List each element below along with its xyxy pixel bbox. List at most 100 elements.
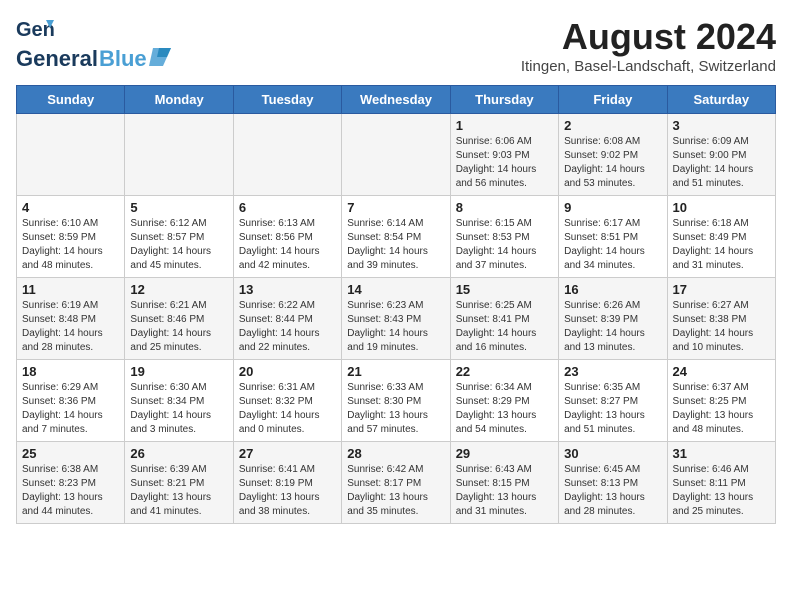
day-number: 16 <box>564 282 661 297</box>
day-info: Sunrise: 6:12 AM Sunset: 8:57 PM Dayligh… <box>130 217 227 273</box>
day-info: Sunrise: 6:33 AM Sunset: 8:30 PM Dayligh… <box>347 381 444 437</box>
calendar-cell: 28Sunrise: 6:42 AM Sunset: 8:17 PM Dayli… <box>342 442 450 524</box>
calendar-cell <box>17 114 125 196</box>
calendar-cell: 22Sunrise: 6:34 AM Sunset: 8:29 PM Dayli… <box>450 360 558 442</box>
day-number: 27 <box>239 446 336 461</box>
day-number: 21 <box>347 364 444 379</box>
day-info: Sunrise: 6:26 AM Sunset: 8:39 PM Dayligh… <box>564 299 661 355</box>
calendar-cell: 31 Sunrise: 6:46 AM Sunset: 8:11 PM Dayli… <box>667 442 775 524</box>
calendar-cell: 18Sunrise: 6:29 AM Sunset: 8:36 PM Dayli… <box>17 360 125 442</box>
day-info: Sunrise: 6:35 AM Sunset: 8:27 PM Dayligh… <box>564 381 661 437</box>
calendar-cell: 20 Sunrise: 6:31 AM Sunset: 8:32 PM Dayli… <box>233 360 341 442</box>
calendar-cell: 4 Sunrise: 6:10 AM Sunset: 8:59 PM Daylig… <box>17 196 125 278</box>
day-number: 17 <box>673 282 770 297</box>
calendar-cell: 26 Sunrise: 6:39 AM Sunset: 8:21 PM Dayli… <box>125 442 233 524</box>
calendar-cell: 9 Sunrise: 6:17 AM Sunset: 8:51 PM Daylig… <box>559 196 667 278</box>
calendar-cell: 16 Sunrise: 6:26 AM Sunset: 8:39 PM Dayli… <box>559 278 667 360</box>
day-number: 18 <box>22 364 119 379</box>
calendar-cell <box>125 114 233 196</box>
day-number: 7 <box>347 200 444 215</box>
day-number: 12 <box>130 282 227 297</box>
calendar-cell: 3 Sunrise: 6:09 AM Sunset: 9:00 PM Daylig… <box>667 114 775 196</box>
calendar-cell: 21 Sunrise: 6:33 AM Sunset: 8:30 PM Dayli… <box>342 360 450 442</box>
calendar-cell: 7 Sunrise: 6:14 AM Sunset: 8:54 PM Daylig… <box>342 196 450 278</box>
day-header-saturday: Saturday <box>667 86 775 114</box>
logo-chevron-icon <box>149 48 171 66</box>
calendar-cell: 12 Sunrise: 6:21 AM Sunset: 8:46 PM Dayli… <box>125 278 233 360</box>
day-number: 3 <box>673 118 770 133</box>
calendar-cell <box>233 114 341 196</box>
day-info: Sunrise: 6:31 AM Sunset: 8:32 PM Dayligh… <box>239 381 336 437</box>
day-number: 23 <box>564 364 661 379</box>
main-title: August 2024 <box>521 16 776 58</box>
day-number: 26 <box>130 446 227 461</box>
calendar-cell: 29Sunrise: 6:43 AM Sunset: 8:15 PM Dayli… <box>450 442 558 524</box>
day-info: Sunrise: 6:34 AM Sunset: 8:29 PM Dayligh… <box>456 381 553 437</box>
day-info: Sunrise: 6:43 AM Sunset: 8:15 PM Dayligh… <box>456 463 553 519</box>
calendar-table: SundayMondayTuesdayWednesdayThursdayFrid… <box>16 85 776 524</box>
calendar-header: SundayMondayTuesdayWednesdayThursdayFrid… <box>17 86 776 114</box>
day-number: 30 <box>564 446 661 461</box>
week-row-5: 25 Sunrise: 6:38 AM Sunset: 8:23 PM Dayli… <box>17 442 776 524</box>
day-info: Sunrise: 6:42 AM Sunset: 8:17 PM Dayligh… <box>347 463 444 519</box>
day-info: Sunrise: 6:23 AM Sunset: 8:43 PM Dayligh… <box>347 299 444 355</box>
day-info: Sunrise: 6:17 AM Sunset: 8:51 PM Dayligh… <box>564 217 661 273</box>
calendar-cell: 24Sunrise: 6:37 AM Sunset: 8:25 PM Dayli… <box>667 360 775 442</box>
day-header-thursday: Thursday <box>450 86 558 114</box>
calendar-cell: 14 Sunrise: 6:23 AM Sunset: 8:43 PM Dayli… <box>342 278 450 360</box>
day-info: Sunrise: 6:13 AM Sunset: 8:56 PM Dayligh… <box>239 217 336 273</box>
day-info: Sunrise: 6:39 AM Sunset: 8:21 PM Dayligh… <box>130 463 227 519</box>
day-number: 8 <box>456 200 553 215</box>
calendar-cell: 8 Sunrise: 6:15 AM Sunset: 8:53 PM Daylig… <box>450 196 558 278</box>
day-number: 15 <box>456 282 553 297</box>
day-number: 6 <box>239 200 336 215</box>
day-info: Sunrise: 6:46 AM Sunset: 8:11 PM Dayligh… <box>673 463 770 519</box>
day-number: 10 <box>673 200 770 215</box>
calendar-cell: 17 Sunrise: 6:27 AM Sunset: 8:38 PM Dayli… <box>667 278 775 360</box>
logo-general: General <box>16 46 98 72</box>
calendar-cell: 13Sunrise: 6:22 AM Sunset: 8:44 PM Dayli… <box>233 278 341 360</box>
day-header-sunday: Sunday <box>17 86 125 114</box>
day-number: 5 <box>130 200 227 215</box>
calendar-cell: 19Sunrise: 6:30 AM Sunset: 8:34 PM Dayli… <box>125 360 233 442</box>
day-info: Sunrise: 6:25 AM Sunset: 8:41 PM Dayligh… <box>456 299 553 355</box>
calendar-cell: 27Sunrise: 6:41 AM Sunset: 8:19 PM Dayli… <box>233 442 341 524</box>
day-number: 9 <box>564 200 661 215</box>
day-number: 1 <box>456 118 553 133</box>
calendar-cell: 10 Sunrise: 6:18 AM Sunset: 8:49 PM Dayli… <box>667 196 775 278</box>
day-info: Sunrise: 6:18 AM Sunset: 8:49 PM Dayligh… <box>673 217 770 273</box>
calendar-cell: 5 Sunrise: 6:12 AM Sunset: 8:57 PM Daylig… <box>125 196 233 278</box>
title-block: August 2024 Itingen, Basel-Landschaft, S… <box>521 16 776 75</box>
logo: General General Blue <box>16 16 171 72</box>
subtitle: Itingen, Basel-Landschaft, Switzerland <box>521 58 776 75</box>
day-number: 11 <box>22 282 119 297</box>
day-number: 19 <box>130 364 227 379</box>
calendar-body: 1Sunrise: 6:06 AM Sunset: 9:03 PM Daylig… <box>17 114 776 524</box>
day-header-monday: Monday <box>125 86 233 114</box>
logo-icon: General <box>16 16 54 46</box>
header-row: SundayMondayTuesdayWednesdayThursdayFrid… <box>17 86 776 114</box>
day-info: Sunrise: 6:27 AM Sunset: 8:38 PM Dayligh… <box>673 299 770 355</box>
day-info: Sunrise: 6:08 AM Sunset: 9:02 PM Dayligh… <box>564 135 661 191</box>
day-number: 20 <box>239 364 336 379</box>
week-row-3: 11Sunrise: 6:19 AM Sunset: 8:48 PM Dayli… <box>17 278 776 360</box>
day-info: Sunrise: 6:21 AM Sunset: 8:46 PM Dayligh… <box>130 299 227 355</box>
calendar-cell: 11Sunrise: 6:19 AM Sunset: 8:48 PM Dayli… <box>17 278 125 360</box>
day-info: Sunrise: 6:14 AM Sunset: 8:54 PM Dayligh… <box>347 217 444 273</box>
calendar-cell <box>342 114 450 196</box>
page-header: General General Blue August 2024 Itingen… <box>16 16 776 75</box>
day-number: 4 <box>22 200 119 215</box>
day-number: 25 <box>22 446 119 461</box>
day-info: Sunrise: 6:10 AM Sunset: 8:59 PM Dayligh… <box>22 217 119 273</box>
logo-blue: Blue <box>99 46 147 72</box>
day-number: 13 <box>239 282 336 297</box>
day-number: 31 <box>673 446 770 461</box>
day-info: Sunrise: 6:09 AM Sunset: 9:00 PM Dayligh… <box>673 135 770 191</box>
week-row-2: 4 Sunrise: 6:10 AM Sunset: 8:59 PM Daylig… <box>17 196 776 278</box>
week-row-1: 1Sunrise: 6:06 AM Sunset: 9:03 PM Daylig… <box>17 114 776 196</box>
day-info: Sunrise: 6:38 AM Sunset: 8:23 PM Dayligh… <box>22 463 119 519</box>
day-number: 14 <box>347 282 444 297</box>
day-header-wednesday: Wednesday <box>342 86 450 114</box>
day-info: Sunrise: 6:15 AM Sunset: 8:53 PM Dayligh… <box>456 217 553 273</box>
day-info: Sunrise: 6:37 AM Sunset: 8:25 PM Dayligh… <box>673 381 770 437</box>
